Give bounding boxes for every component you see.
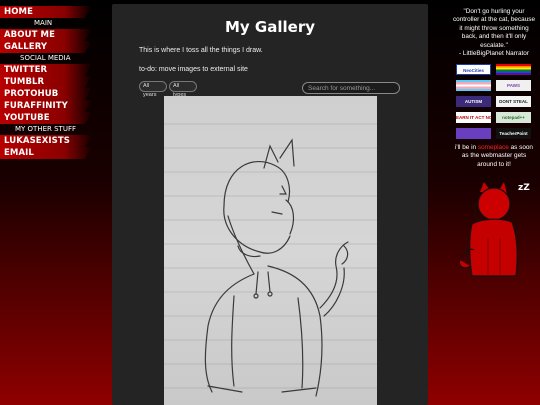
- nav-tumblr-link[interactable]: TUMBLR: [0, 76, 92, 88]
- nav-protohub-link[interactable]: PROTOHUB: [0, 88, 92, 100]
- status-note: i'll be in someplace as soon as the webm…: [452, 144, 536, 169]
- nav-about-link[interactable]: ABOUT ME: [0, 29, 92, 41]
- notepad-badge[interactable]: notepad++: [496, 112, 531, 123]
- earn-it-badge[interactable]: EARN IT ACT NO: [456, 112, 491, 123]
- nav-gallery-link[interactable]: GALLERY: [0, 41, 92, 53]
- note-highlight-link[interactable]: someplace: [478, 144, 509, 151]
- gallery-image-sketch[interactable]: [164, 96, 377, 405]
- teacherpoint-badge[interactable]: TeacherPoint: [496, 128, 531, 139]
- nav-other-stuff-link[interactable]: MY OTHER STUFF: [0, 124, 92, 135]
- trans-flag-badge[interactable]: [456, 80, 491, 91]
- nav-home-link[interactable]: HOME: [0, 6, 92, 18]
- nav-social-media-link[interactable]: SOCIAL MEDIA: [0, 53, 92, 64]
- nav-twitter-link[interactable]: TWITTER: [0, 64, 92, 76]
- nav-youtube-link[interactable]: YOUTUBE: [0, 112, 92, 124]
- gallery-panel: My Gallery This is where I toss all the …: [112, 4, 428, 405]
- intro-text: This is where I toss all the things I dr…: [139, 47, 263, 54]
- note-text-pre: i'll be in: [455, 144, 477, 151]
- filter-years-button[interactable]: All years: [139, 81, 167, 98]
- mascot-sleeping-cat-icon: zZ: [459, 182, 530, 277]
- nav-main-link[interactable]: MAIN: [0, 18, 92, 29]
- sleep-zz-text: zZ: [518, 183, 530, 193]
- side-nav: HOME MAIN ABOUT ME GALLERY SOCIAL MEDIA …: [0, 6, 92, 159]
- quote-text: "Don't go hurling your controller at the…: [452, 8, 536, 49]
- todo-text: to-do: move images to external site: [139, 66, 248, 73]
- page-title: My Gallery: [225, 18, 315, 36]
- paw-badge[interactable]: PAWS: [496, 80, 531, 91]
- nav-furaffinity-link[interactable]: FURAFFINITY: [0, 100, 92, 112]
- nav-email-link[interactable]: EMAIL: [0, 147, 92, 159]
- autism-badge[interactable]: AUTISM: [456, 96, 491, 107]
- nav-lukasexists-link[interactable]: LUKASEXISTS: [0, 135, 92, 147]
- neocities-badge[interactable]: NeoCities: [456, 64, 491, 75]
- pixel-art-badge[interactable]: [456, 128, 491, 139]
- dont-steal-badge[interactable]: DONT STEAL: [496, 96, 531, 107]
- pride-flag-badge[interactable]: [496, 64, 531, 75]
- quote-author: - LittleBigPlanet Narrator: [459, 50, 529, 58]
- filter-types-button[interactable]: All types: [169, 81, 197, 98]
- quote-block: "Don't go hurling your controller at the…: [452, 8, 536, 58]
- search-input[interactable]: [302, 82, 400, 94]
